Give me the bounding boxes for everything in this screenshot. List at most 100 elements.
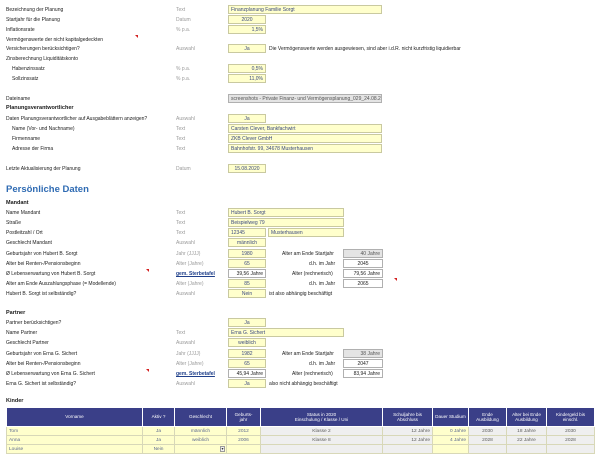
- type-inflation: % p.a.: [176, 27, 191, 33]
- type-geschlecht-partner: Auswahl: [176, 340, 195, 346]
- input-adresse[interactable]: Bahnhofstr. 99, 34678 Musterhausen: [228, 144, 382, 153]
- type-geburtsjahr-partner: Jahr (JJJJ): [176, 351, 201, 357]
- type-geschlecht-mandant: Auswahl: [176, 240, 195, 246]
- comment-marker[interactable]: [394, 278, 397, 281]
- cell-geburtsjahr[interactable]: 2012: [226, 426, 261, 436]
- type-aktualisierung: Datum: [176, 166, 191, 172]
- cell-aktiv[interactable]: Ja: [142, 435, 175, 445]
- type-bezeichnung: Text: [176, 7, 186, 13]
- label-versicherungen: Versicherungen berücksichtigen?: [6, 46, 80, 52]
- cell-status: Klasse 2: [260, 426, 383, 436]
- label-dh-jahr-rente-partner: d.h. im Jahr: [309, 361, 336, 367]
- note-selbststaendig-mandant: ist also abhängig beschäftigt: [269, 291, 333, 297]
- cell-kindergeld: 2028: [546, 435, 595, 445]
- kinder-header-row: Vorname Aktiv ? Geschlecht Geburts- jahr…: [6, 407, 595, 427]
- input-habenzins[interactable]: 0,5%: [228, 64, 266, 73]
- link-sterbetafel-partner[interactable]: gem. Sterbetafel: [176, 371, 215, 377]
- value-jahr-rente-mandant: 2045: [343, 259, 383, 268]
- label-selbststaendig-partner: Erna G. Sichert ist selbständig?: [6, 381, 77, 387]
- label-auszahlung-mandant: Alter am Ende Auszahlungsphase (= Modell…: [6, 281, 116, 287]
- dropdown-arrow-icon[interactable]: ▾: [220, 446, 225, 452]
- label-geburtsjahr-mandant: Geburtsjahr von Hubert B. Sorgt: [6, 251, 78, 257]
- input-name-mandant[interactable]: Hubert B. Sorgt: [228, 208, 344, 217]
- type-firmenname: Text: [176, 136, 186, 142]
- input-ort[interactable]: Musterhausen: [268, 228, 344, 237]
- cell-alter-ende: [506, 444, 547, 454]
- cell-studium[interactable]: 4 Jahre: [432, 435, 469, 445]
- cell-geschlecht[interactable]: ▾: [174, 444, 227, 454]
- cell-alter-ende: 22 Jahre: [506, 435, 547, 445]
- input-inflation[interactable]: 1,5%: [228, 25, 266, 34]
- comment-marker[interactable]: [146, 269, 149, 272]
- type-habenzins: % p.a.: [176, 66, 191, 72]
- cell-aktiv[interactable]: Nein: [142, 444, 175, 454]
- label-name-partner: Name Partner: [6, 330, 38, 336]
- value-jahr-auszahlung: 2065: [343, 279, 383, 288]
- select-anzeigen[interactable]: Ja: [228, 114, 266, 123]
- select-partner-beruecksichtigen[interactable]: Ja: [228, 318, 266, 327]
- type-selbststaendig-mandant: Auswahl: [176, 291, 195, 297]
- note-selbststaendig-partner: also nicht abhängig beschäftigt: [269, 381, 338, 387]
- cell-aktiv[interactable]: Ja: [142, 426, 175, 436]
- type-anzeigen: Auswahl: [176, 116, 195, 122]
- input-plz[interactable]: 12345: [228, 228, 266, 237]
- kinder-table: Vorname Aktiv ? Geschlecht Geburts- jahr…: [6, 407, 595, 454]
- cell-vorname[interactable]: Tom: [6, 426, 143, 436]
- select-selbststaendig-partner[interactable]: Ja: [228, 379, 266, 388]
- comment-marker[interactable]: [146, 369, 149, 372]
- type-geburtsjahr-mandant: Jahr (JJJJ): [176, 251, 201, 257]
- input-geburtsjahr-mandant[interactable]: 1980: [228, 249, 266, 258]
- label-zinsberechnung: Zinsberechnung Liquiditätskonto: [6, 56, 78, 62]
- label-firmenname: Firmenname: [12, 136, 41, 142]
- comment-marker[interactable]: [135, 35, 138, 38]
- heading-kinder: Kinder: [6, 398, 24, 404]
- input-geburtsjahr-partner[interactable]: 1982: [228, 349, 266, 358]
- cell-ende-ausbildung: 2030: [468, 426, 507, 436]
- cell-studium[interactable]: [432, 444, 469, 454]
- input-verantwortlicher-name[interactable]: Carsten Clever, Bankfachwirt: [228, 124, 382, 133]
- cell-geburtsjahr[interactable]: [226, 444, 261, 454]
- label-alter-startjahr-mandant: Alter am Ende Startjahr: [282, 251, 334, 257]
- cell-geburtsjahr[interactable]: 2006: [226, 435, 261, 445]
- input-strasse[interactable]: Beispielweg 79: [228, 218, 344, 227]
- input-name-partner[interactable]: Erna G. Sichert: [228, 328, 344, 337]
- input-rente-mandant[interactable]: 65: [228, 259, 266, 268]
- table-row: Tom Ja männlich 2012 Klasse 2 12 Jahre 0…: [6, 426, 595, 436]
- label-rente-mandant: Alter bei Renten-/Pensionsbeginn: [6, 261, 81, 267]
- label-sollzins: Sollzinssatz: [12, 76, 39, 82]
- input-aktualisierung[interactable]: 15.08.2020: [228, 164, 266, 173]
- input-rente-partner[interactable]: 65: [228, 359, 266, 368]
- input-sollzins[interactable]: 11,0%: [228, 74, 266, 83]
- cell-vorname[interactable]: Anna: [6, 435, 143, 445]
- cell-kindergeld: 2030: [546, 426, 595, 436]
- input-bezeichnung[interactable]: Finanzplanung Familie Sorgt: [228, 5, 382, 14]
- col-geschlecht: Geschlecht: [174, 407, 227, 427]
- col-status: Status in 2020 Einschulung / Klasse / Un…: [260, 407, 383, 427]
- cell-geschlecht[interactable]: weiblich: [174, 435, 227, 445]
- value-jahr-rente-partner: 2047: [343, 359, 383, 368]
- label-geburtsjahr-partner: Geburtsjahr von Erna G. Sichert: [6, 351, 78, 357]
- select-geschlecht-partner[interactable]: weiblich: [228, 338, 266, 347]
- type-sollzins: % p.a.: [176, 76, 191, 82]
- value-alter-rechnerisch-mandant: 79,56 Jahre: [343, 269, 383, 278]
- cell-status: [260, 444, 383, 454]
- value-lebenserwartung-mandant: 39,56 Jahre: [228, 269, 266, 278]
- label-habenzins: Habenzinssatz: [12, 66, 45, 72]
- cell-geschlecht[interactable]: männlich: [174, 426, 227, 436]
- select-versicherungen[interactable]: Ja: [228, 44, 266, 53]
- type-verantwortlicher-name: Text: [176, 126, 186, 132]
- link-sterbetafel-mandant[interactable]: gem. Sterbetafel: [176, 271, 215, 277]
- input-auszahlung-mandant[interactable]: 85: [228, 279, 266, 288]
- type-rente-mandant: Alter (Jahre): [176, 261, 204, 267]
- col-vorname: Vorname: [6, 407, 143, 427]
- select-geschlecht-mandant[interactable]: männlich: [228, 238, 266, 247]
- select-selbststaendig-mandant[interactable]: Nein: [228, 289, 266, 298]
- input-startjahr[interactable]: 2020: [228, 15, 266, 24]
- cell-vorname[interactable]: Louise: [6, 444, 143, 454]
- col-alter-ende: Alter bei Ende Ausbildung: [506, 407, 547, 427]
- cell-ende-ausbildung: [468, 444, 507, 454]
- note-versicherungen: Die Vermögenswerte werden ausgewiesen, s…: [269, 46, 461, 52]
- cell-studium[interactable]: 0 Jahre: [432, 426, 469, 436]
- cell-status: Klasse 8: [260, 435, 383, 445]
- input-firmenname[interactable]: ZKB Clever GmbH: [228, 134, 382, 143]
